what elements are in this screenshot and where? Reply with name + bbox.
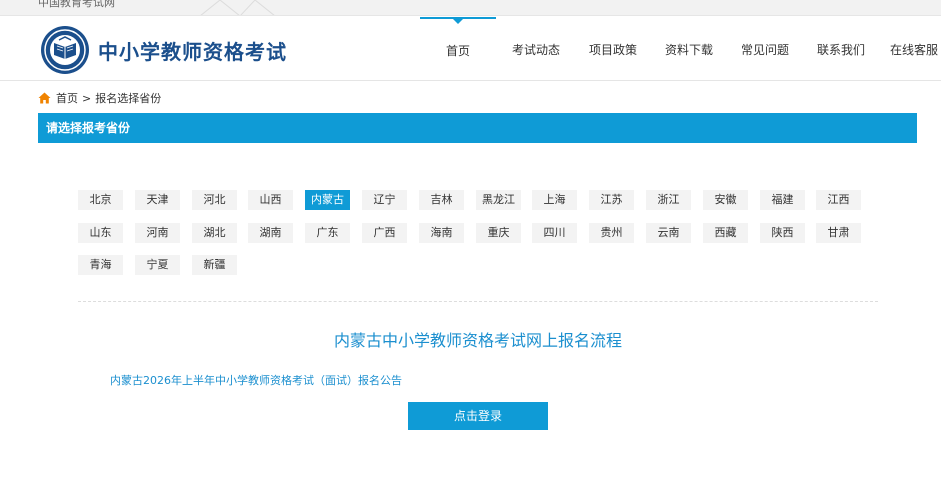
book-emblem-logo[interactable] <box>40 25 90 75</box>
nav-item-label: 在线客服 <box>890 43 939 57</box>
nav-item-label: 项目政策 <box>588 43 637 57</box>
province-宁夏[interactable]: 宁夏 <box>135 255 180 275</box>
province-青海[interactable]: 青海 <box>78 255 123 275</box>
breadcrumb-current: 报名选择省份 <box>95 92 162 105</box>
nav-item-home[interactable]: 首页 <box>420 17 496 81</box>
province-福建[interactable]: 福建 <box>760 190 805 210</box>
header: 中小学教师资格考试 首页 考试动态 项目政策 资料下载 常见问题 联系我们 在线… <box>0 17 941 81</box>
province-山西[interactable]: 山西 <box>248 190 293 210</box>
province-内蒙古[interactable]: 内蒙古 <box>305 190 350 210</box>
province-西藏[interactable]: 西藏 <box>703 223 748 243</box>
registration-flow-title: 内蒙古中小学教师资格考试网上报名流程 <box>333 331 622 350</box>
province-湖南[interactable]: 湖南 <box>248 223 293 243</box>
province-云南[interactable]: 云南 <box>646 223 691 243</box>
province-江苏[interactable]: 江苏 <box>589 190 634 210</box>
section-title-bar: 请选择报考省份 <box>38 113 917 143</box>
province-重庆[interactable]: 重庆 <box>476 223 521 243</box>
province-四川[interactable]: 四川 <box>532 223 577 243</box>
nav-item-contact[interactable]: 联系我们 <box>810 17 872 81</box>
nav-item-online-service[interactable]: 在线客服 <box>890 17 941 81</box>
login-button[interactable]: 点击登录 <box>408 402 548 430</box>
province-安徽[interactable]: 安徽 <box>703 190 748 210</box>
province-山东[interactable]: 山东 <box>78 223 123 243</box>
nav-item-label: 资料下载 <box>664 43 713 57</box>
divider <box>78 301 878 302</box>
province-广西[interactable]: 广西 <box>362 223 407 243</box>
registration-notice-link[interactable]: 内蒙古2026年上半年中小学教师资格考试（面试）报名公告 <box>110 372 402 388</box>
nav-item-label: 联系我们 <box>816 43 865 57</box>
brand-title[interactable]: 中小学教师资格考试 <box>98 36 287 65</box>
province-辽宁[interactable]: 辽宁 <box>362 190 407 210</box>
province-上海[interactable]: 上海 <box>532 190 577 210</box>
breadcrumb-separator: > <box>82 91 92 105</box>
province-天津[interactable]: 天津 <box>135 190 180 210</box>
province-浙江[interactable]: 浙江 <box>646 190 691 210</box>
nav-item-label: 考试动态 <box>511 43 560 57</box>
province-新疆[interactable]: 新疆 <box>192 255 237 275</box>
province-贵州[interactable]: 贵州 <box>589 223 634 243</box>
province-陕西[interactable]: 陕西 <box>760 223 805 243</box>
active-caret-icon <box>453 19 463 24</box>
province-黑龙江[interactable]: 黑龙江 <box>476 190 521 210</box>
nav-item-faq[interactable]: 常见问题 <box>734 17 796 81</box>
home-icon[interactable] <box>38 92 51 104</box>
province-江西[interactable]: 江西 <box>816 190 861 210</box>
province-河南[interactable]: 河南 <box>135 223 180 243</box>
nav-item-exam-news[interactable]: 考试动态 <box>505 17 567 81</box>
province-海南[interactable]: 海南 <box>419 223 464 243</box>
province-广东[interactable]: 广东 <box>305 223 350 243</box>
province-甘肃[interactable]: 甘肃 <box>816 223 861 243</box>
breadcrumb: 首页 > 报名选择省份 <box>38 90 161 106</box>
province-北京[interactable]: 北京 <box>78 190 123 210</box>
top-strip: 中国教育考试网 <box>0 0 941 16</box>
site-name: 中国教育考试网 <box>38 0 115 9</box>
province-吉林[interactable]: 吉林 <box>419 190 464 210</box>
breadcrumb-home-link[interactable]: 首页 <box>56 90 78 106</box>
nav-item-label: 首页 <box>445 44 470 58</box>
nav-item-label: 常见问题 <box>740 43 789 57</box>
nav-item-policy[interactable]: 项目政策 <box>582 17 644 81</box>
nav-item-downloads[interactable]: 资料下载 <box>658 17 720 81</box>
province-河北[interactable]: 河北 <box>192 190 237 210</box>
province-湖北[interactable]: 湖北 <box>192 223 237 243</box>
decorative-lines <box>200 0 275 15</box>
